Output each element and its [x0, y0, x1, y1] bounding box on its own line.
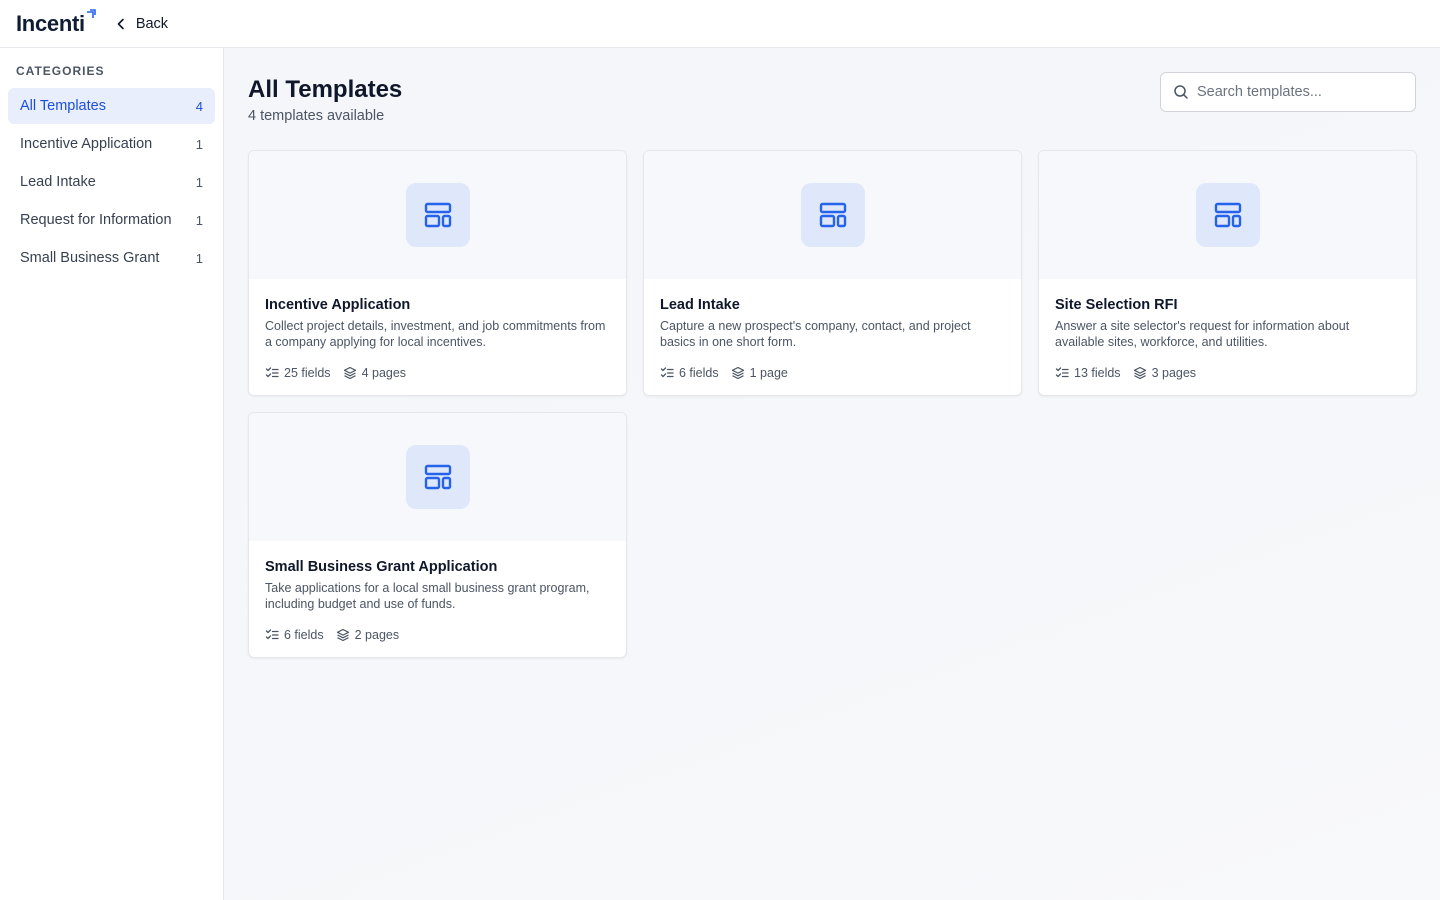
pages-count: 1 page [731, 366, 788, 380]
card-meta: 6 fields 2 pages [265, 628, 610, 642]
card-description: Collect project details, investment, and… [265, 319, 606, 349]
card-preview [249, 151, 626, 279]
logo-arrow-icon [86, 8, 96, 18]
logo[interactable]: Incenti [16, 8, 96, 37]
layout-template-icon [424, 202, 451, 228]
pages-label: 4 pages [361, 366, 407, 380]
template-icon-badge [800, 183, 865, 247]
pages-count: 4 pages [343, 366, 406, 380]
layers-icon [731, 366, 744, 380]
templates-grid: Incentive Application Collect project de… [248, 150, 1417, 658]
layers-icon [1133, 366, 1146, 380]
fields-count: 25 fields [265, 366, 331, 380]
search-box[interactable] [1160, 72, 1416, 112]
chevron-left-icon [117, 18, 124, 29]
card-meta: 6 fields 1 page [660, 366, 1005, 380]
layout-template-icon [424, 464, 451, 490]
fields-count: 6 fields [265, 628, 324, 642]
pages-label: 2 pages [354, 628, 400, 642]
card-title: Incentive Application [265, 297, 411, 313]
sidebar-item-small-business-grant[interactable]: Small Business Grant 1 [8, 240, 215, 276]
template-icon-badge [405, 445, 470, 509]
list-checks-icon [265, 367, 279, 378]
card-title: Site Selection RFI [1055, 297, 1178, 313]
card-preview [249, 413, 626, 541]
fields-label: 13 fields [1074, 366, 1121, 380]
top-bar: Incenti Back [0, 0, 1440, 48]
pages-count: 2 pages [336, 628, 399, 642]
sidebar-item-count: 1 [195, 136, 203, 152]
fields-count: 13 fields [1055, 366, 1121, 380]
sidebar-item-incentive-application[interactable]: Incentive Application 1 [8, 126, 215, 162]
template-card[interactable]: Lead Intake Capture a new prospect's com… [643, 150, 1022, 396]
template-card[interactable]: Small Business Grant Application Take ap… [248, 412, 627, 658]
main-content: All Templates 4 templates available Ince… [224, 48, 1440, 900]
card-meta: 13 fields 3 pages [1055, 366, 1400, 380]
sidebar-item-label: Incentive Application [20, 136, 153, 152]
fields-label: 6 fields [679, 366, 719, 380]
template-card[interactable]: Site Selection RFI Answer a site selecto… [1038, 150, 1417, 396]
layout-template-icon [819, 202, 846, 228]
fields-label: 6 fields [284, 628, 324, 642]
list-checks-icon [660, 367, 674, 378]
sidebar-item-count: 1 [195, 212, 203, 228]
back-label: Back [135, 15, 169, 32]
card-title: Small Business Grant Application [265, 559, 498, 575]
sidebar-item-all-templates[interactable]: All Templates 4 [8, 88, 215, 124]
sidebar-item-count: 4 [195, 98, 203, 114]
sidebar-item-label: Small Business Grant [20, 250, 160, 266]
sidebar-item-label: Request for Information [20, 212, 172, 228]
list-checks-icon [265, 629, 279, 640]
card-meta: 25 fields 4 pages [265, 366, 610, 380]
card-title: Lead Intake [660, 297, 740, 313]
card-description: Answer a site selector's request for inf… [1055, 319, 1350, 349]
template-card[interactable]: Incentive Application Collect project de… [248, 150, 627, 396]
search-input[interactable] [1197, 84, 1397, 100]
pages-count: 3 pages [1133, 366, 1196, 380]
logo-text: Incenti [16, 10, 85, 36]
card-description: Take applications for a local small busi… [265, 581, 590, 611]
back-button[interactable]: Back [110, 8, 172, 40]
sidebar-item-label: Lead Intake [20, 174, 96, 190]
layout-template-icon [1214, 202, 1241, 228]
fields-count: 6 fields [660, 366, 719, 380]
list-checks-icon [1055, 367, 1069, 378]
pages-label: 1 page [749, 366, 788, 380]
sidebar-item-count: 1 [195, 250, 203, 266]
categories-sidebar: CATEGORIES All Templates 4 Incentive App… [0, 48, 224, 900]
pages-label: 3 pages [1151, 366, 1197, 380]
search-icon [1174, 85, 1188, 99]
card-description: Capture a new prospect's company, contac… [660, 319, 971, 349]
sidebar-item-request-for-information[interactable]: Request for Information 1 [8, 202, 215, 238]
template-icon-badge [1195, 183, 1260, 247]
card-preview [644, 151, 1021, 279]
template-icon-badge [405, 183, 470, 247]
fields-label: 25 fields [284, 366, 331, 380]
card-preview [1039, 151, 1416, 279]
categories-heading: CATEGORIES [16, 64, 105, 78]
sidebar-item-count: 1 [195, 174, 203, 190]
layers-icon [336, 628, 349, 642]
sidebar-item-lead-intake[interactable]: Lead Intake 1 [8, 164, 215, 200]
layers-icon [343, 366, 356, 380]
sidebar-item-label: All Templates [20, 98, 106, 114]
